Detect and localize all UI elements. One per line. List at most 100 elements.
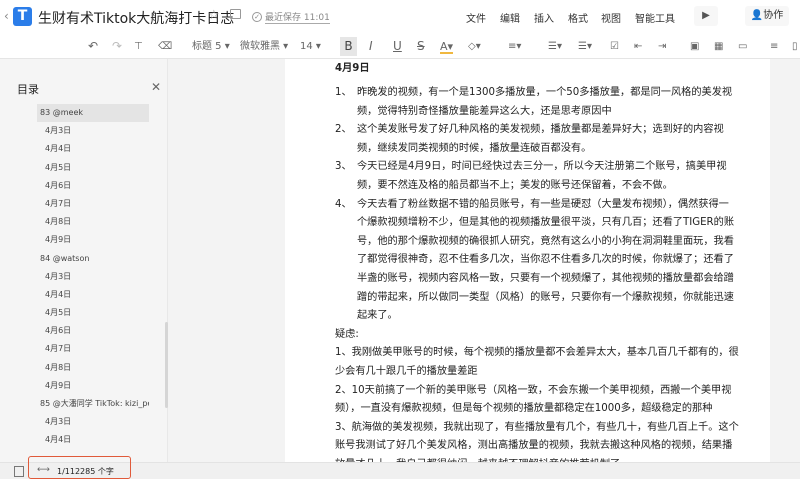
move-icon[interactable] xyxy=(230,9,241,19)
list-item-text: 半盏的账号，视频内容风格一致，只要有一个视频爆了，其他视频的播放量都会给蹭 xyxy=(357,272,734,284)
bullet-list-icon[interactable]: ☰▾ xyxy=(548,39,562,54)
more-icon[interactable]: ▯ xyxy=(792,39,798,54)
menu-smart-tools[interactable]: 智能工具 xyxy=(635,10,675,25)
user-icon: 👤 xyxy=(750,10,764,21)
list-item-text: 频，要不然连及格的船员都当不上；美发的账号还保留着，不会不做。 xyxy=(357,179,673,191)
table-icon[interactable]: ▦ xyxy=(714,39,723,54)
menu-edit[interactable]: 编辑 xyxy=(500,10,520,25)
toc-item[interactable]: 4月4日 xyxy=(37,286,149,304)
font-color-icon[interactable]: A▾ xyxy=(440,39,454,54)
toc-item[interactable]: 85 @大潘同学 TikTok: kizi_pets xyxy=(37,395,149,413)
section-heading: 4月9日 xyxy=(335,63,370,74)
toc-item[interactable]: 4月4日 xyxy=(37,431,149,449)
menu-insert[interactable]: 插入 xyxy=(534,10,554,25)
strikethrough-button[interactable]: S xyxy=(417,39,425,54)
toc-item[interactable]: 4月5日 xyxy=(37,159,149,177)
list-item-line: 号，他的那个爆款视频的确很抓人研究，竟然有这么小的小狗在洞洞鞋里面玩，我看 xyxy=(335,233,755,252)
list-number: 2、 xyxy=(335,124,352,136)
list-item-text: 频，继续发同类视频的时候，播放量连破百都没有。 xyxy=(357,142,592,154)
comment-icon[interactable]: ▭ xyxy=(738,39,747,54)
save-status-text: 最近保存 11:01 xyxy=(265,10,330,24)
menu-format[interactable]: 格式 xyxy=(568,10,588,25)
menu-file[interactable]: 文件 xyxy=(466,10,486,25)
doubt-line: 少会有几十跟几千的播放量差距 xyxy=(335,365,478,377)
checklist-icon[interactable]: ☑ xyxy=(610,39,619,54)
clear-format-icon[interactable]: ⌫ xyxy=(158,39,172,54)
list-item-line: 蹭的带起来，所以做同一类型（风格）的账号，只要你有一个爆款视频，你就能迅速 xyxy=(335,289,755,308)
doubt-line: 3、航海做的美发视频，我就出现了，有些播放量有几个，有些几十，有些几百上千。这个 xyxy=(335,421,739,433)
toc-item[interactable]: 4月6日 xyxy=(37,177,149,195)
toc-item[interactable]: 84 @watson xyxy=(37,250,149,268)
list-item-text: 今天已经是4月9日，时间已经快过去三分一，所以今天注册第二个账号，搞美甲视 xyxy=(357,161,727,173)
list-item-text: 号，他的那个爆款视频的确很抓人研究，竟然有这么小的小狗在洞洞鞋里面玩，我看 xyxy=(357,235,734,247)
toc-item[interactable]: 4月8日 xyxy=(37,359,149,377)
document-title[interactable]: 生财有术Tiktok大航海打卡日志 xyxy=(38,8,234,28)
list-item-line: 4、 今天去看了粉丝数据不错的船员账号，有一些是硬怼（大量发布视频），偶然获得一 xyxy=(335,196,755,215)
toc-list: 83 @meek 4月3日 4月4日 4月5日 4月6日 4月7日 4月8日 4月9日 84 @… xyxy=(37,104,149,450)
menu-view[interactable]: 视图 xyxy=(601,10,621,25)
image-icon[interactable]: ▣ xyxy=(690,39,699,54)
list-item-line: 频，继续发同类视频的时候，播放量连破百都没有。 xyxy=(335,140,755,159)
redo-icon[interactable]: ↷ xyxy=(112,39,122,54)
toc-item[interactable]: 4月5日 xyxy=(37,304,149,322)
toc-item[interactable]: 4月6日 xyxy=(37,322,149,340)
outdent-icon[interactable]: ⇤ xyxy=(634,39,642,54)
list-number: 3、 xyxy=(335,161,352,173)
indent-icon[interactable]: ⇥ xyxy=(658,39,666,54)
find-icon[interactable]: ≡ xyxy=(770,39,778,54)
list-item-text: 了都觉得很神奇，忍不住看多几次，当你忍不住看多几次的时候，你就爆了；还看了 xyxy=(357,254,734,266)
list-item-line: 起来了。 xyxy=(335,307,755,326)
toc-item[interactable]: 4月3日 xyxy=(37,268,149,286)
italic-button[interactable]: I xyxy=(369,39,373,54)
toc-item[interactable]: 83 @meek xyxy=(37,104,149,123)
doubt-line: 账号我测试了好几个美发风格，测出高播放量的视频，我就去搬这种风格的视频，结果播 xyxy=(335,440,733,452)
list-item-text: 昨晚发的视频，有一个是1300多播放量，一个50多播放量，都是同一风格的美发视 xyxy=(357,87,733,98)
outline-icon[interactable] xyxy=(14,466,24,477)
list-item-line: 个爆款视频增粉不少，但是其他的视频播放量很平淡，只有几百；还看了TIGER的账 xyxy=(335,214,755,233)
list-item-line: 了都觉得很神奇，忍不住看多几次，当你忍不住看多几次的时候，你就爆了；还看了 xyxy=(335,251,755,270)
heading-select[interactable]: 标题 5 ▾ xyxy=(192,39,230,54)
align-icon[interactable]: ≡▾ xyxy=(508,39,521,54)
back-icon[interactable]: ‹ xyxy=(4,9,9,23)
list-item-line: 频，要不然连及格的船员都当不上；美发的账号还保留着，不会不做。 xyxy=(335,177,755,196)
list-item-line: 1、 昨晚发的视频，有一个是1300多播放量，一个50多播放量，都是同一风格的美发… xyxy=(335,84,755,103)
list-item-line: 频，觉得特别奇怪播放量能差异这么大，还是思考原因中 xyxy=(335,103,755,122)
toc-item[interactable]: 4月9日 xyxy=(37,377,149,395)
toc-item[interactable]: 4月9日 xyxy=(37,231,149,249)
font-select[interactable]: 微软雅黑 ▾ xyxy=(240,39,288,54)
list-item-text: 蹭的带起来，所以做同一类型（风格）的账号，只要你有一个爆款视频，你就能迅速 xyxy=(357,291,734,303)
doubt-line: 频），一直没有爆款视频，但是每个视频的播放量都稳定在1000多，超级稳定的那种 xyxy=(335,403,713,415)
doubts-label: 疑虑: xyxy=(335,328,359,340)
star-icon[interactable]: ☆ xyxy=(208,8,220,23)
numbered-list-icon[interactable]: ☰▾ xyxy=(578,39,592,54)
toc-item[interactable]: 4月3日 xyxy=(37,122,149,140)
underline-button[interactable]: U xyxy=(393,39,402,54)
toc-item[interactable]: 4月7日 xyxy=(37,340,149,358)
list-item-text: 这个美发账号发了好几种风格的美发视频，播放量都是差异好大；选到好的内容视 xyxy=(357,124,724,136)
bold-button[interactable]: B xyxy=(340,37,357,56)
list-item-text: 个爆款视频增粉不少，但是其他的视频播放量很平淡，只有几百；还看了TIGER的账 xyxy=(357,217,735,229)
font-size-select[interactable]: 14 ▾ xyxy=(300,39,321,54)
title-bar: ‹ T 生财有术Tiktok大航海打卡日志 ☆ ✓ 最近保存 11:01 文件 编… xyxy=(0,0,800,34)
list-number: 4、 xyxy=(335,198,352,210)
close-icon[interactable]: ✕ xyxy=(151,80,161,94)
undo-icon[interactable]: ↶ xyxy=(88,39,98,54)
list-item-line: 2、 这个美发账号发了好几种风格的美发视频，播放量都是差异好大；选到好的内容视 xyxy=(335,121,755,140)
document-content[interactable]: 4月9日 1、 昨晚发的视频，有一个是1300多播放量，一个50多播放量，都是同一风… xyxy=(335,60,755,474)
scrollbar[interactable] xyxy=(165,322,168,408)
list-item-text: 今天去看了粉丝数据不错的船员账号，有一些是硬怼（大量发布视频），偶然获得一 xyxy=(357,198,729,210)
toc-item[interactable]: 4月4日 xyxy=(37,140,149,158)
toc-item[interactable]: 4月8日 xyxy=(37,213,149,231)
format-toolbar: ↶ ↷ ⊤ ⌫ 标题 5 ▾ 微软雅黑 ▾ 14 ▾ B I U S A▾ ◇▾… xyxy=(0,34,800,59)
list-item-text: 起来了。 xyxy=(357,310,398,322)
highlight-icon[interactable]: ◇▾ xyxy=(468,39,481,54)
format-painter-icon[interactable]: ⊤ xyxy=(134,39,143,54)
list-item-text: 频，觉得特别奇怪播放量能差异这么大，还是思考原因中 xyxy=(357,105,612,117)
check-icon: ✓ xyxy=(252,12,262,22)
collaborate-button[interactable]: 👤协作 xyxy=(745,6,789,26)
collaborate-label: 协作 xyxy=(763,10,784,21)
highlight-box xyxy=(28,456,131,479)
toc-item[interactable]: 4月3日 xyxy=(37,413,149,431)
toc-item[interactable]: 4月7日 xyxy=(37,195,149,213)
present-button[interactable]: ▶ xyxy=(694,6,718,26)
